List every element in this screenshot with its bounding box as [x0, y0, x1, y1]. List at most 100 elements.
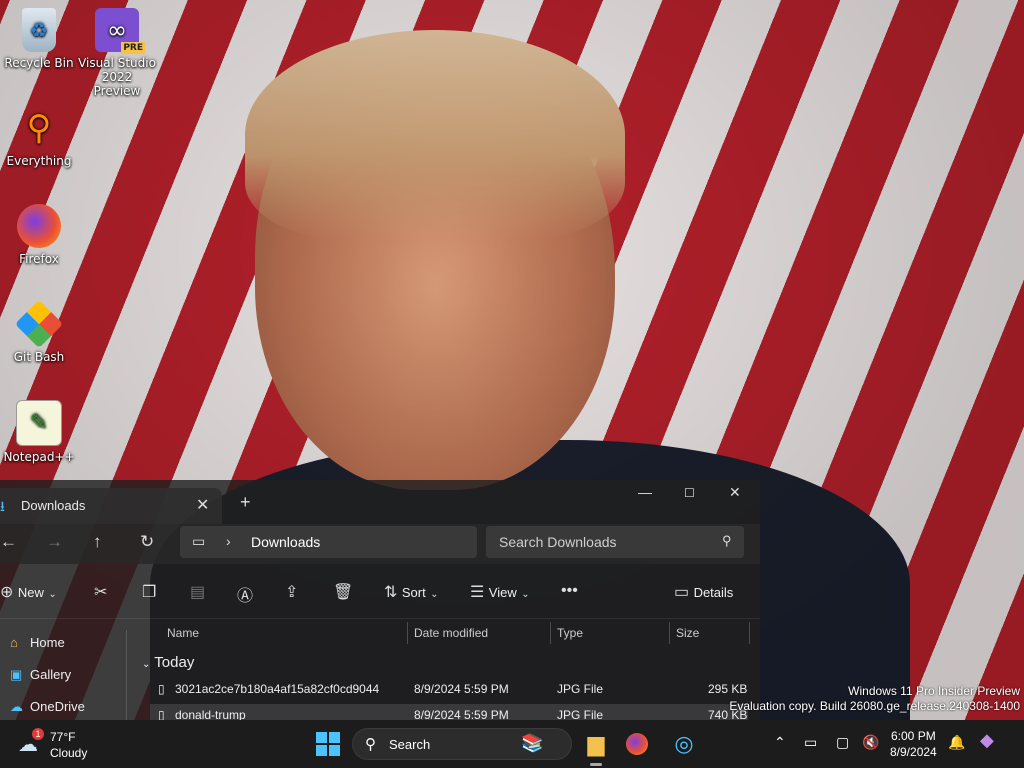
details-label: Details — [693, 585, 734, 600]
column-header-size[interactable]: Size — [676, 626, 699, 640]
volume-muted-icon[interactable]: 🔇 — [862, 734, 879, 751]
copy-button[interactable]: ❐ — [142, 582, 156, 602]
chromium-taskbar-icon[interactable]: ◎ — [670, 730, 698, 758]
desktop-icon-label: Notepad++ — [3, 450, 75, 464]
download-icon: ⭳ — [0, 498, 5, 514]
details-button[interactable]: ▭ Details — [674, 582, 733, 602]
desktop-icon-label: Visual Studio 2022 Preview — [78, 56, 156, 98]
file-explorer-taskbar-icon[interactable]: ▆ — [582, 730, 610, 766]
group-label: Today — [154, 654, 195, 671]
nav-item-label: OneDrive — [30, 699, 85, 714]
desktop-icon-everything[interactable]: ⚲ Everything — [0, 106, 78, 168]
file-name: donald-trump — [175, 708, 246, 720]
desktop-icon-recycle-bin[interactable]: ♻ Recycle Bin — [0, 8, 78, 70]
cut-button[interactable]: ✂ — [94, 582, 107, 602]
search-icon: ⚲ — [722, 533, 732, 548]
nav-item-gallery[interactable]: ▣ Gallery — [10, 667, 71, 683]
share-button[interactable]: ⇪ — [285, 582, 298, 602]
clock-time: 6:00 PM — [891, 729, 936, 743]
table-row[interactable]: ▯ 3021ac2ce7b180a4af15a82cf0cd9044 8/9/2… — [150, 678, 748, 700]
search-input[interactable] — [486, 526, 744, 558]
new-button[interactable]: ⊕ New ⌄ — [0, 582, 57, 602]
watermark-edition: Windows 11 Pro Insider Preview — [848, 684, 1020, 698]
view-label: View — [488, 585, 517, 600]
up-button[interactable]: ↑ — [93, 532, 102, 552]
nav-item-label: Home — [30, 635, 65, 650]
pre-badge: PRE — [121, 42, 145, 54]
nav-item-label: Gallery — [30, 667, 72, 682]
home-icon: ⌂ — [10, 635, 18, 650]
weather-condition: Cloudy — [50, 746, 88, 760]
view-button[interactable]: ☰ View ⌄ — [470, 582, 530, 602]
onedrive-icon: ☁ — [10, 699, 23, 714]
file-icon: ▯ — [158, 682, 165, 696]
notification-bell-icon[interactable]: 🔔 — [948, 734, 965, 751]
table-row[interactable]: ▯ donald-trump 8/9/2024 5:59 PM JPG File… — [150, 704, 748, 720]
notepadpp-icon: ✎ — [16, 400, 62, 446]
search-highlight-icon: 📚 — [521, 733, 544, 753]
git-bash-icon — [14, 299, 64, 349]
close-tab-icon[interactable]: ✕ — [196, 495, 209, 515]
gallery-icon: ▣ — [10, 667, 23, 682]
tab-label: Downloads — [21, 498, 86, 513]
more-options-button[interactable]: ••• — [561, 582, 578, 600]
windows-watermark: Windows 11 Pro Insider Preview Evaluatio… — [729, 684, 1020, 714]
file-date: 8/9/2024 5:59 PM — [414, 708, 509, 720]
command-bar: ⊕ New ⌄ ✂ ❐ ▤ Ⓐ ⇪ 🗑 ⇅ Sort ⌄ ☰ View ⌄ ••… — [0, 568, 760, 619]
taskbar: ☁ 1 77°F Cloudy ⚲ Search 📚 ▆ ◎ ⌃ ▭ ▢ 🔇 6… — [0, 720, 1024, 768]
firefox-taskbar-icon[interactable] — [626, 733, 648, 755]
navigation-pane: ⌂ Home ▣ Gallery ☁ OneDrive — [0, 630, 127, 720]
column-header-name[interactable]: Name — [167, 626, 199, 640]
back-button[interactable]: ← — [0, 532, 17, 552]
show-hidden-icons-button[interactable]: ⌃ — [774, 734, 786, 751]
file-type: JPG File — [557, 682, 604, 696]
sort-button[interactable]: ⇅ Sort ⌄ — [384, 582, 439, 602]
tab-downloads[interactable]: ⭳ Downloads ✕ — [0, 488, 222, 524]
maximize-button[interactable]: ☐ — [684, 486, 695, 500]
desktop-icon-firefox[interactable]: Firefox — [0, 204, 78, 266]
desktop-icon-label: Everything — [6, 154, 72, 168]
minimize-button[interactable]: — — [638, 484, 652, 500]
search-icon: ⚲ — [365, 736, 376, 753]
file-list: Name Date modified Type Size ⌄ Today ▯ 3… — [136, 618, 760, 720]
network-icon[interactable]: ▭ — [804, 734, 817, 751]
forward-button[interactable]: → — [46, 532, 63, 552]
notification-badge: 1 — [32, 728, 44, 740]
delete-button[interactable]: 🗑 — [333, 582, 353, 602]
file-type: JPG File — [557, 708, 604, 720]
chevron-down-icon: ⌄ — [142, 659, 151, 670]
copilot-icon[interactable]: ◆ — [980, 730, 994, 751]
desktop-icon-label: Git Bash — [13, 350, 65, 364]
column-header-date[interactable]: Date modified — [414, 626, 488, 640]
desktop-icon-label: Recycle Bin — [4, 56, 74, 70]
clock-date: 8/9/2024 — [890, 745, 937, 759]
display-icon[interactable]: ▢ — [836, 734, 849, 751]
taskbar-search-box[interactable]: ⚲ Search 📚 — [352, 728, 572, 760]
close-window-button[interactable]: ✕ — [729, 484, 741, 501]
chevron-right-icon[interactable]: › — [226, 533, 231, 549]
paste-button[interactable]: ▤ — [190, 582, 205, 602]
title-bar[interactable]: ⭳ Downloads ✕ + — ☐ ✕ — [0, 480, 760, 524]
desktop-icon-label: Firefox — [19, 252, 59, 266]
desktop-icon-notepadpp[interactable]: ✎ Notepad++ — [0, 400, 78, 464]
column-header-type[interactable]: Type — [557, 626, 583, 640]
start-button[interactable] — [316, 732, 340, 756]
breadcrumb-downloads[interactable]: Downloads — [251, 534, 320, 550]
group-header-today[interactable]: ⌄ Today — [142, 654, 194, 671]
address-bar[interactable]: ▭ › Downloads — [180, 526, 477, 558]
nav-item-home[interactable]: ⌂ Home — [10, 635, 65, 650]
desktop-icon-visual-studio[interactable]: ∞ PRE Visual Studio 2022 Preview — [78, 8, 156, 98]
taskbar-search-label: Search — [389, 737, 431, 752]
rename-button[interactable]: Ⓐ — [237, 582, 253, 606]
recycle-bin-icon: ♻ — [22, 8, 56, 52]
desktop-icon-git-bash[interactable]: Git Bash — [0, 299, 78, 364]
watermark-build: Evaluation copy. Build 26080.ge_release.… — [729, 699, 1020, 713]
nav-item-onedrive[interactable]: ☁ OneDrive — [10, 699, 85, 715]
refresh-button[interactable]: ↻ — [140, 532, 154, 552]
clock[interactable]: 6:00 PM 8/9/2024 — [890, 728, 937, 760]
new-tab-button[interactable]: + — [240, 492, 251, 513]
file-date: 8/9/2024 5:59 PM — [414, 682, 509, 696]
file-name: 3021ac2ce7b180a4af15a82cf0cd9044 — [175, 682, 380, 696]
file-explorer-window: ⭳ Downloads ✕ + — ☐ ✕ ← → ↑ ↻ ▭ › Downlo… — [0, 480, 760, 720]
sort-label: Sort — [401, 585, 426, 600]
